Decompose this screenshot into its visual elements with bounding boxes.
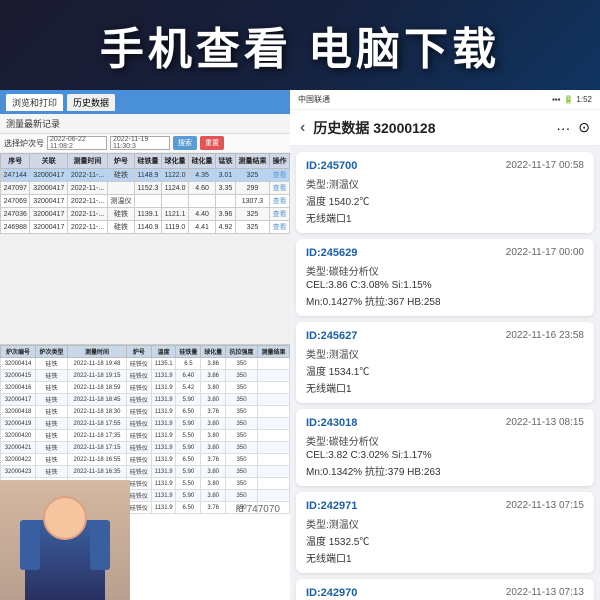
card-id-3: ID:245627 bbox=[306, 330, 357, 342]
col-header-ball: 球化量 bbox=[162, 154, 189, 169]
reset-button[interactable]: 重置 bbox=[200, 136, 224, 150]
card-type-label-2: 类型:碳硅分析仪 bbox=[306, 263, 379, 278]
col-header-id: 序号 bbox=[1, 154, 30, 169]
table-row[interactable]: 32000418硅铁2022-11-18 18:30硅铁仪1131.96.503… bbox=[1, 406, 290, 418]
menu-dots-icon[interactable]: ··· bbox=[556, 120, 570, 136]
carrier-text: 中国联通 bbox=[298, 94, 330, 105]
left-panel: 浏览和打印 历史数据 测量最新记录 选择炉次号 2022-06-22 11:08… bbox=[0, 90, 290, 600]
data-card-2[interactable]: ID:245629 2022-11-17 00:00 类型:碳硅分析仪 CEL:… bbox=[296, 239, 594, 316]
mobile-header: ‹ 历史数据 32000128 ··· ⊙ bbox=[290, 110, 600, 146]
back-button[interactable]: ‹ bbox=[300, 119, 305, 137]
table-row[interactable]: 247097 32000417 2022-11-... 1152.3 1124.… bbox=[1, 182, 290, 195]
tab-browse[interactable]: 浏览和打印 bbox=[6, 94, 63, 111]
data-table: 序号 关联 测量时间 炉号 硅铁量 球化量 硅化量 锰铁 测量结果 操作 bbox=[0, 153, 290, 234]
data-card-5[interactable]: ID:242971 2022-11-13 07:15 类型:测温仪 温度 153… bbox=[296, 492, 594, 573]
battery-icon: 🔋 bbox=[563, 95, 573, 104]
card-type-label-1: 类型:测温仪 bbox=[306, 176, 359, 191]
mobile-status-bar: 中国联通 ▪▪▪ 🔋 1:52 bbox=[290, 90, 600, 110]
card-extra-4: Mn:0.1342% 抗拉:379 HB:263 bbox=[306, 463, 584, 478]
card-id-6: ID:242970 bbox=[306, 587, 357, 599]
wifi-icon: ▪▪▪ bbox=[552, 95, 561, 104]
col-header-time: 测量时间 bbox=[68, 154, 108, 169]
top-banner: 手机查看 电脑下载 bbox=[0, 0, 600, 90]
person-image bbox=[0, 480, 130, 600]
card-id-2: ID:245629 bbox=[306, 247, 357, 259]
card-id-5: ID:242971 bbox=[306, 500, 357, 512]
card-detail-5: 温度 1532.5℃ bbox=[306, 533, 584, 548]
table-row[interactable]: 246988 32000417 2022-11-... 硅铁 1140.9 11… bbox=[1, 221, 290, 234]
card-id-4: ID:243018 bbox=[306, 417, 357, 429]
settings-icon[interactable]: ⊙ bbox=[578, 119, 590, 136]
table-row[interactable]: 247036 32000417 2022-11-... 硅铁 1139.1 11… bbox=[1, 208, 290, 221]
data-card-1[interactable]: ID:245700 2022-11-17 00:58 类型:测温仪 温度 154… bbox=[296, 152, 594, 233]
card-date-6: 2022-11-13 07:13 bbox=[506, 587, 584, 599]
card-detail-1: 温度 1540.2℃ bbox=[306, 193, 584, 208]
filter-input-2[interactable]: 2022-11-19 11:30:3 bbox=[110, 136, 170, 150]
id-overlay: Id 747070 bbox=[236, 504, 281, 515]
card-type-label-4: 类型:碳硅分析仪 bbox=[306, 433, 379, 448]
tab-history[interactable]: 历史数据 bbox=[67, 94, 115, 111]
col-header-action: 操作 bbox=[270, 154, 290, 169]
filter-label: 选择炉次号 bbox=[4, 138, 44, 149]
table-row[interactable]: 32000419硅铁2022-11-18 17:55硅铁仪1131.95.903… bbox=[1, 418, 290, 430]
data-card-4[interactable]: ID:243018 2022-11-13 08:15 类型:碳硅分析仪 CEL:… bbox=[296, 409, 594, 486]
col-header-type: 炉号 bbox=[107, 154, 134, 169]
card-date-3: 2022-11-16 23:58 bbox=[506, 330, 584, 342]
main-content: 浏览和打印 历史数据 测量最新记录 选择炉次号 2022-06-22 11:08… bbox=[0, 90, 600, 600]
time-display: 1:52 bbox=[576, 95, 592, 104]
data-table-container: 序号 关联 测量时间 炉号 硅铁量 球化量 硅化量 锰铁 测量结果 操作 bbox=[0, 153, 290, 234]
data-card-3[interactable]: ID:245627 2022-11-16 23:58 类型:测温仪 温度 153… bbox=[296, 322, 594, 403]
table-row[interactable]: 32000422硅铁2022-11-18 16:55硅铁仪1131.96.503… bbox=[1, 454, 290, 466]
col-header-result: 测量结果 bbox=[235, 154, 269, 169]
col-header-si: 硅铁量 bbox=[134, 154, 161, 169]
status-icons: ▪▪▪ 🔋 1:52 bbox=[552, 95, 592, 104]
ui-toolbar: 浏览和打印 历史数据 bbox=[0, 90, 290, 114]
desktop-ui-bottom: 炉次编号 炉次类型 测量时间 炉号 温度 硅铁量 球化量 抗拉强度 测量结果 3… bbox=[0, 345, 290, 600]
mobile-content[interactable]: ID:245700 2022-11-17 00:58 类型:测温仪 温度 154… bbox=[290, 146, 600, 600]
card-date-4: 2022-11-13 08:15 bbox=[506, 417, 584, 429]
table-row[interactable]: 32000417硅铁2022-11-18 18:45硅铁仪1131.95.903… bbox=[1, 394, 290, 406]
card-date-5: 2022-11-13 07:15 bbox=[506, 500, 584, 512]
card-date-2: 2022-11-17 00:00 bbox=[506, 247, 584, 259]
table-row[interactable]: 32000416硅铁2022-11-18 18:59硅铁仪1131.95.423… bbox=[1, 382, 290, 394]
table-row[interactable]: 32000415硅铁2022-11-18 19:15硅铁仪1131.96.403… bbox=[1, 370, 290, 382]
col-header-sic: 硅化量 bbox=[189, 154, 216, 169]
table-row[interactable]: 32000414硅铁2022-11-18 19:48硅铁仪1135.16.53.… bbox=[1, 358, 290, 370]
filter-input-1[interactable]: 2022-06-22 11:08:2 bbox=[47, 136, 107, 150]
table-row[interactable]: 32000423硅铁2022-11-18 16:35硅铁仪1131.95.903… bbox=[1, 466, 290, 478]
card-extra-5: 无线端口1 bbox=[306, 550, 584, 565]
card-id-1: ID:245700 bbox=[306, 160, 357, 172]
card-detail-3: 温度 1534.1℃ bbox=[306, 363, 584, 378]
card-detail-2: CEL:3.86 C:3.08% Si:1.15% bbox=[306, 280, 584, 291]
data-card-6[interactable]: ID:242970 2022-11-13 07:13 类型:碳硅分析仪 CEL:… bbox=[296, 579, 594, 600]
card-date-1: 2022-11-17 00:58 bbox=[506, 160, 584, 172]
mobile-page-title: 历史数据 32000128 bbox=[313, 118, 548, 138]
card-extra-1: 无线端口1 bbox=[306, 210, 584, 225]
col-header-mn: 锰铁 bbox=[216, 154, 236, 169]
card-extra-2: Mn:0.1427% 抗拉:367 HB:258 bbox=[306, 293, 584, 308]
table-row[interactable]: 32000420硅铁2022-11-18 17:35硅铁仪1131.95.503… bbox=[1, 430, 290, 442]
search-button[interactable]: 搜索 bbox=[173, 136, 197, 150]
right-panel: 中国联通 ▪▪▪ 🔋 1:52 ‹ 历史数据 32000128 ··· ⊙ ID… bbox=[290, 90, 600, 600]
banner-text: 手机查看 电脑下载 bbox=[100, 13, 500, 77]
card-detail-4: CEL:3.82 C:3.02% Si:1.17% bbox=[306, 450, 584, 461]
card-extra-3: 无线端口1 bbox=[306, 380, 584, 395]
desktop-ui-top: 浏览和打印 历史数据 测量最新记录 选择炉次号 2022-06-22 11:08… bbox=[0, 90, 290, 345]
card-type-label-5: 类型:测温仪 bbox=[306, 516, 359, 531]
card-type-label-3: 类型:测温仪 bbox=[306, 346, 359, 361]
filter-row: 选择炉次号 2022-06-22 11:08:2 2022-11-19 11:3… bbox=[0, 134, 290, 153]
section-title: 测量最新记录 bbox=[0, 114, 290, 134]
col-header-rel: 关联 bbox=[30, 154, 68, 169]
table-row[interactable]: 247069 32000417 2022-11-... 测温仪 1307.3 查… bbox=[1, 195, 290, 208]
table-row[interactable]: 247144 32000417 2022-11-... 硅铁 1148.9 11… bbox=[1, 169, 290, 182]
table-row[interactable]: 32000421硅铁2022-11-18 17:15硅铁仪1131.95.903… bbox=[1, 442, 290, 454]
